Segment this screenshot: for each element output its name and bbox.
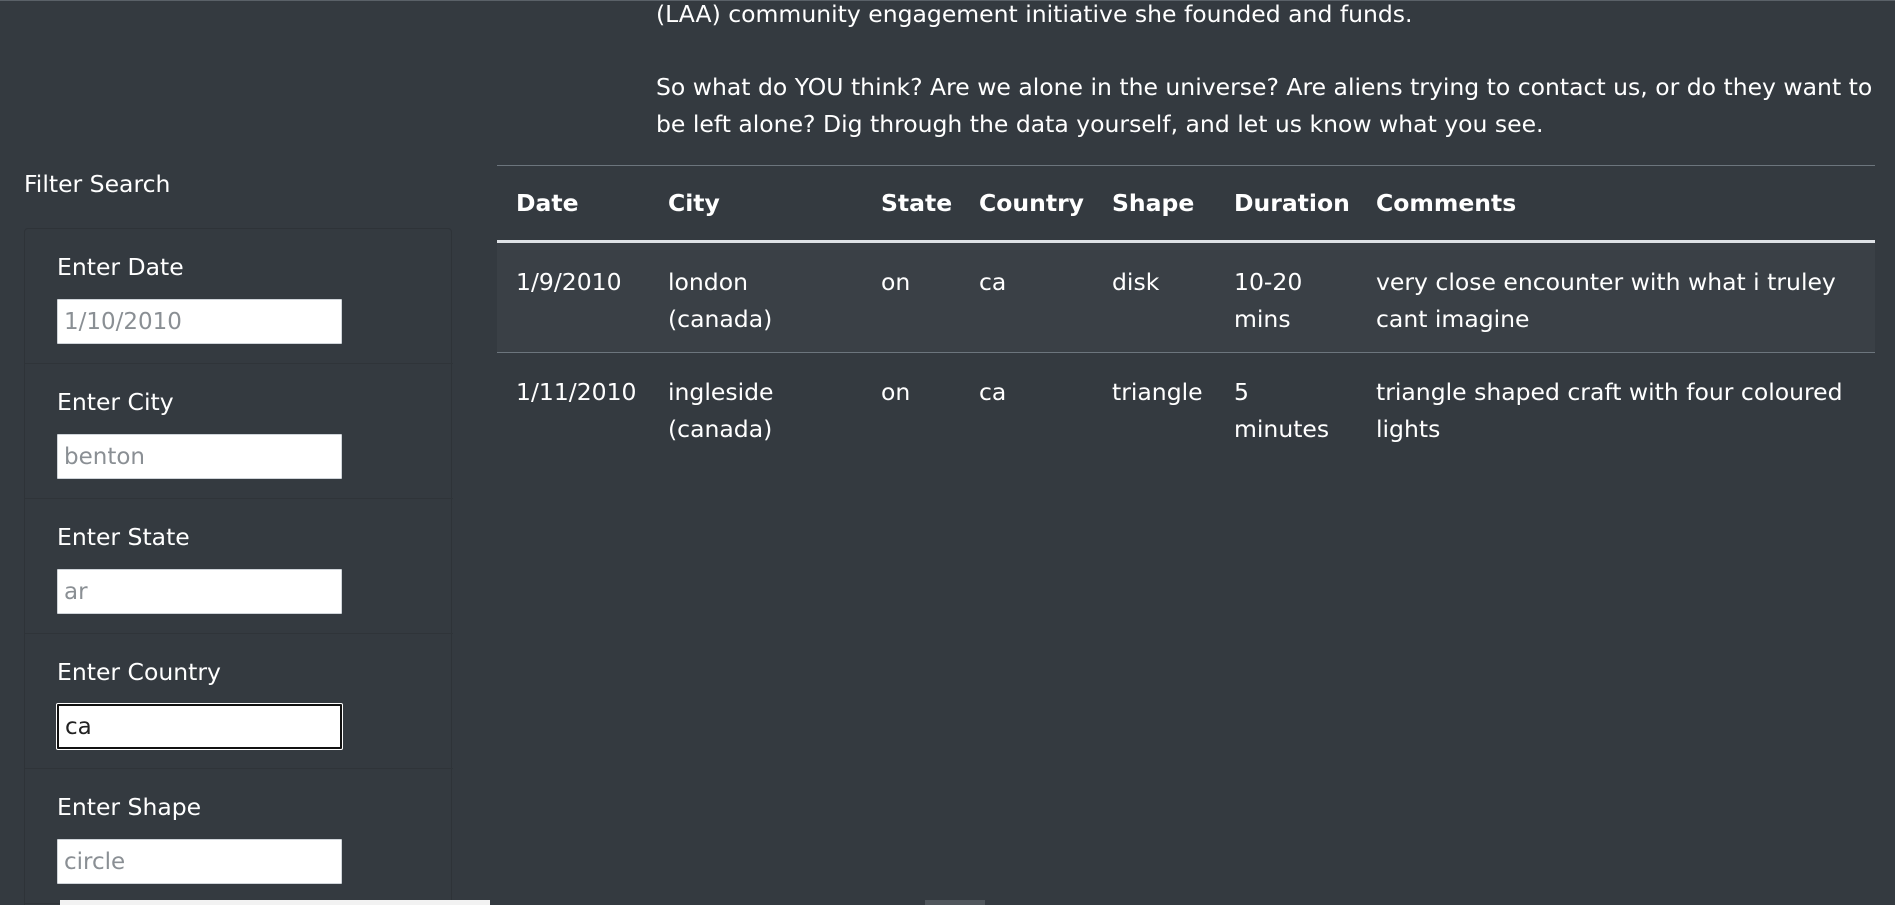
filter-label-state: Enter State [57,523,190,551]
intro-paragraph: So what do YOU think? Are we alone in th… [656,73,1873,138]
intro-line-top: (LAA) community engagement initiative sh… [656,0,1413,28]
cell-state: on [881,378,911,406]
table-row: 1/9/2010 london (canada) on ca disk 10-2… [497,241,1875,353]
filter-item-city: Enter City [25,364,453,499]
bottom-edge-mark [925,900,985,905]
cell-date: 1/9/2010 [497,241,649,353]
filter-label-shape: Enter Shape [57,793,202,821]
page: (LAA) community engagement initiative sh… [0,0,1895,905]
filter-label-country: Enter Country [57,658,221,686]
state-input[interactable] [57,569,342,614]
header-state: State [862,165,960,243]
cell-shape: disk [1093,241,1215,353]
filter-label-city: Enter City [57,388,174,416]
filter-item-country: Enter Country [25,634,453,769]
filter-panel: Enter Date Enter City Enter State Enter … [24,228,453,905]
header-duration: Duration [1215,165,1357,243]
ufo-table-container: Date City State Country Shape Duration C… [497,165,1875,462]
cell-comments: triangle shaped craft with four coloured… [1376,378,1843,443]
cell-shape: triangle [1112,378,1203,406]
cell-country: ca [979,378,1007,406]
header-comments: Comments [1357,165,1875,243]
header-date: Date [497,165,649,243]
bottom-scroll-edge [60,900,490,905]
header-city: City [649,165,862,243]
cell-state: on [862,241,960,353]
filter-item-shape: Enter Shape [25,769,453,904]
ufo-table: Date City State Country Shape Duration C… [497,165,1875,462]
filter-search-title: Filter Search [24,170,171,198]
country-input[interactable] [57,704,342,749]
cell-city: ingleside (canada) [668,378,774,443]
cell-duration: 10-20 mins [1215,241,1357,353]
header-country: Country [960,165,1093,243]
cell-duration: 5 minutes [1234,378,1330,443]
filter-item-state: Enter State [25,499,453,634]
cell-comments: very close encounter with what i truley … [1357,241,1875,353]
cell-city: london (canada) [649,241,862,353]
city-input[interactable] [57,434,342,479]
table-header-row: Date City State Country Shape Duration C… [497,165,1875,243]
cell-country: ca [960,241,1093,353]
filter-item-date: Enter Date [25,229,453,364]
cell-date: 1/11/2010 [516,378,637,406]
table-row: 1/11/2010 ingleside (canada) on ca trian… [497,353,1875,463]
date-input[interactable] [57,299,342,344]
filter-label-date: Enter Date [57,253,184,281]
shape-input[interactable] [57,839,342,884]
header-shape: Shape [1093,165,1215,243]
